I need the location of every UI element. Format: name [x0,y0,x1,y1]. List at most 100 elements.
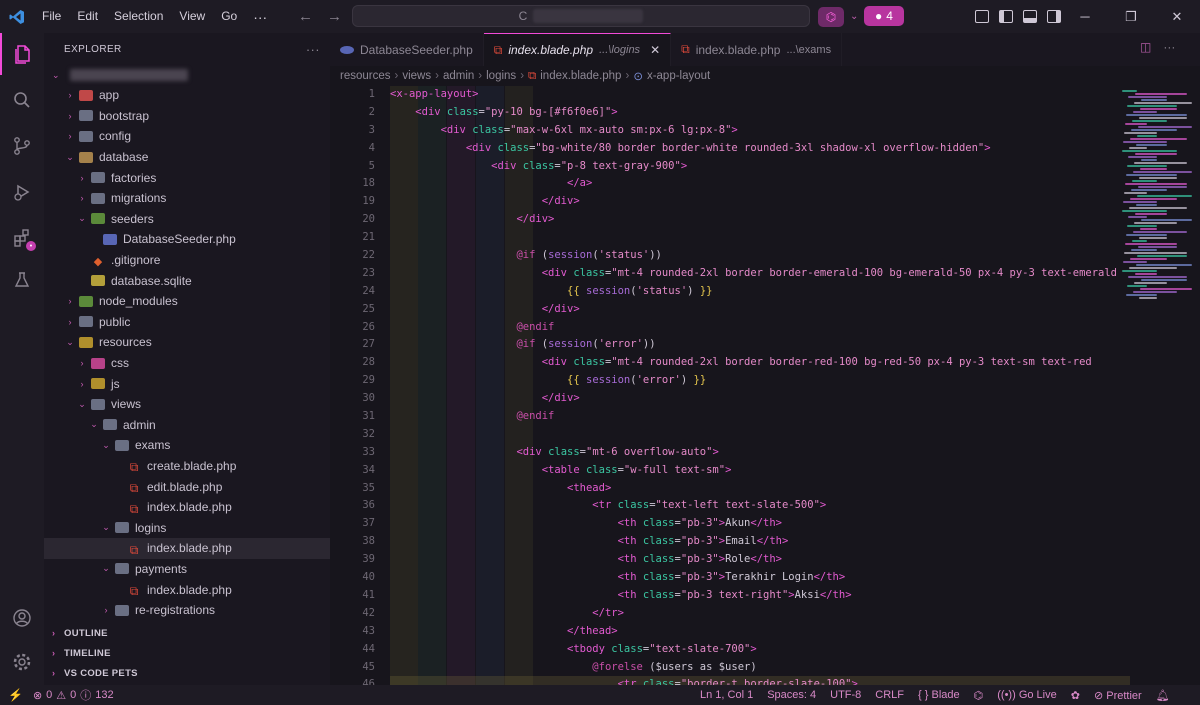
language-mode[interactable]: { } Blade [918,689,960,701]
minimap-line [1136,144,1167,146]
menu-edit[interactable]: Edit [69,0,106,33]
minimap-line [1122,270,1157,272]
problems-indicator[interactable]: ⊗ 0 ⚠ 0 ⓘ 132 [33,687,114,703]
toggle-panel-icon[interactable] [1023,10,1037,23]
code-line: <th class="pb-3">Role</th> [617,553,782,566]
menu-selection[interactable]: Selection [106,0,171,33]
tree-item[interactable]: ⧉ index.blade.php [44,579,330,600]
tree-item[interactable]: › bootstrap [44,106,330,127]
minimap-line [1140,288,1192,290]
encoding[interactable]: UTF-8 [830,689,861,701]
indentation[interactable]: Spaces: 4 [767,689,816,701]
tree-item[interactable]: › config [44,126,330,147]
breadcrumb-item[interactable]: resources [340,70,391,82]
editor-more-actions-icon[interactable]: ··· [1163,40,1175,54]
code-line: <div class="p-8 text-gray-900"> [491,159,688,172]
forward-arrow-icon[interactable]: → [327,8,342,25]
more-menu-button[interactable]: ··· [245,9,275,25]
extensions-icon[interactable]: • [0,217,44,259]
customize-layout-icon[interactable] [975,10,989,23]
breadcrumb-item[interactable]: admin [443,70,474,82]
line-endings[interactable]: CRLF [875,689,904,701]
workspace-root-folder[interactable]: ⌄ [44,65,330,85]
breadcrumb-item[interactable]: views [402,70,431,82]
explorer-more-actions-icon[interactable]: ··· [306,42,320,57]
close-window-icon[interactable]: ✕ [1154,0,1200,33]
editor-tab[interactable]: ⧉ index.blade.php ...\exams [671,33,843,66]
tree-item[interactable]: › js [44,373,330,394]
minimap-line [1141,159,1157,161]
editor-tab[interactable]: ⧉ index.blade.php ...\logins ✕ [483,33,672,66]
tree-item[interactable]: ⌄ database [44,147,330,168]
section-outline[interactable]: › OUTLINE [44,623,330,643]
section-vs-code-pets[interactable]: › VS CODE PETS [44,663,330,683]
notification-badge[interactable]: ● 4 [864,6,904,26]
run-debug-icon[interactable] [0,171,44,213]
remote-indicator-icon[interactable]: ⚡ [8,688,23,702]
prettier-button[interactable]: ⊘ Prettier [1094,689,1142,702]
tree-item[interactable]: ◆ .gitignore [44,250,330,271]
chevron-right-icon: › [68,90,72,101]
notifications-bell-icon[interactable]: 🔔︎ [1156,689,1170,702]
source-control-icon[interactable] [0,125,44,167]
cursor-position[interactable]: Ln 1, Col 1 [700,689,753,701]
tree-item-label: css [111,356,129,371]
tree-item[interactable]: ⌄ exams [44,435,330,456]
tree-item[interactable]: ⌄ admin [44,415,330,436]
tree-item[interactable]: › factories [44,167,330,188]
explorer-icon[interactable] [0,33,44,75]
minimap-line [1137,255,1187,257]
breadcrumb-item[interactable]: x-app-layout [647,70,710,82]
split-editor-icon[interactable]: ◫ [1140,40,1151,54]
tree-item[interactable]: ⌄ logins [44,517,330,538]
account-icon[interactable] [0,597,44,639]
copilot-status-icon[interactable]: ⌬ [974,689,984,702]
breadcrumb-item[interactable]: logins [486,70,516,82]
warning-icon: ⚠ [56,689,67,702]
tree-item[interactable]: ⧉ index.blade.php [44,538,330,559]
editor-tab[interactable]: DatabaseSeeder.php [330,33,484,66]
tree-item[interactable]: › css [44,353,330,374]
tree-item[interactable]: › migrations [44,188,330,209]
section-timeline[interactable]: › TIMELINE [44,643,330,663]
menu-file[interactable]: File [34,0,69,33]
tree-item[interactable]: ⌄ payments [44,559,330,580]
breadcrumb-item[interactable]: index.blade.php [540,70,621,82]
tree-item[interactable]: DatabaseSeeder.php [44,229,330,250]
tree-item[interactable]: ⧉ create.blade.php [44,456,330,477]
toggle-secondary-sidebar-icon[interactable] [1047,10,1061,23]
code-editor[interactable]: 1 2 3 4 5 18 19 20 21 22 23 24 25 26 27 28 29 30 31 32 33 34 3… [330,86,1200,685]
tree-item[interactable]: ⧉ edit.blade.php [44,476,330,497]
command-center-search[interactable]: C [352,5,810,27]
menu-go[interactable]: Go [213,0,245,33]
tree-item[interactable]: › node_modules [44,291,330,312]
testing-flask-icon[interactable] [0,259,44,301]
info-count: 132 [95,689,114,701]
restore-icon[interactable]: ❐ [1108,0,1154,33]
tree-item[interactable]: ⌄ resources [44,332,330,353]
menu-view[interactable]: View [171,0,213,33]
folder-icon [91,398,105,410]
close-tab-icon[interactable]: ✕ [650,43,660,57]
code-line: <x-app-layout> [390,88,479,100]
tree-item[interactable]: › re-registrations [44,600,330,621]
tree-item[interactable]: › public [44,312,330,333]
tree-item[interactable]: ⧉ index.blade.php [44,497,330,518]
tree-item[interactable]: › app [44,85,330,106]
toggle-sidebar-icon[interactable] [999,10,1013,23]
chevron-down-icon[interactable]: ⌄ [850,11,858,22]
settings-gear-icon[interactable] [0,641,44,683]
go-live-button[interactable]: ((•)) Go Live [997,689,1057,701]
code-line: @if (session('status')) [516,249,662,262]
tree-item[interactable]: ⌄ views [44,394,330,415]
back-arrow-icon[interactable]: ← [298,8,313,25]
minimize-icon[interactable]: ─ [1062,0,1108,33]
minimap[interactable] [1122,86,1192,685]
search-icon[interactable] [0,79,44,121]
copilot-button[interactable]: ⌬ ⌄ [818,6,858,27]
pets-icon[interactable]: ✿ [1071,689,1080,702]
tree-item[interactable]: database.sqlite [44,270,330,291]
tree-item[interactable]: ⌄ seeders [44,209,330,230]
window-controls: ─ ❐ ✕ [1062,0,1200,33]
minimap-line [1139,117,1187,119]
